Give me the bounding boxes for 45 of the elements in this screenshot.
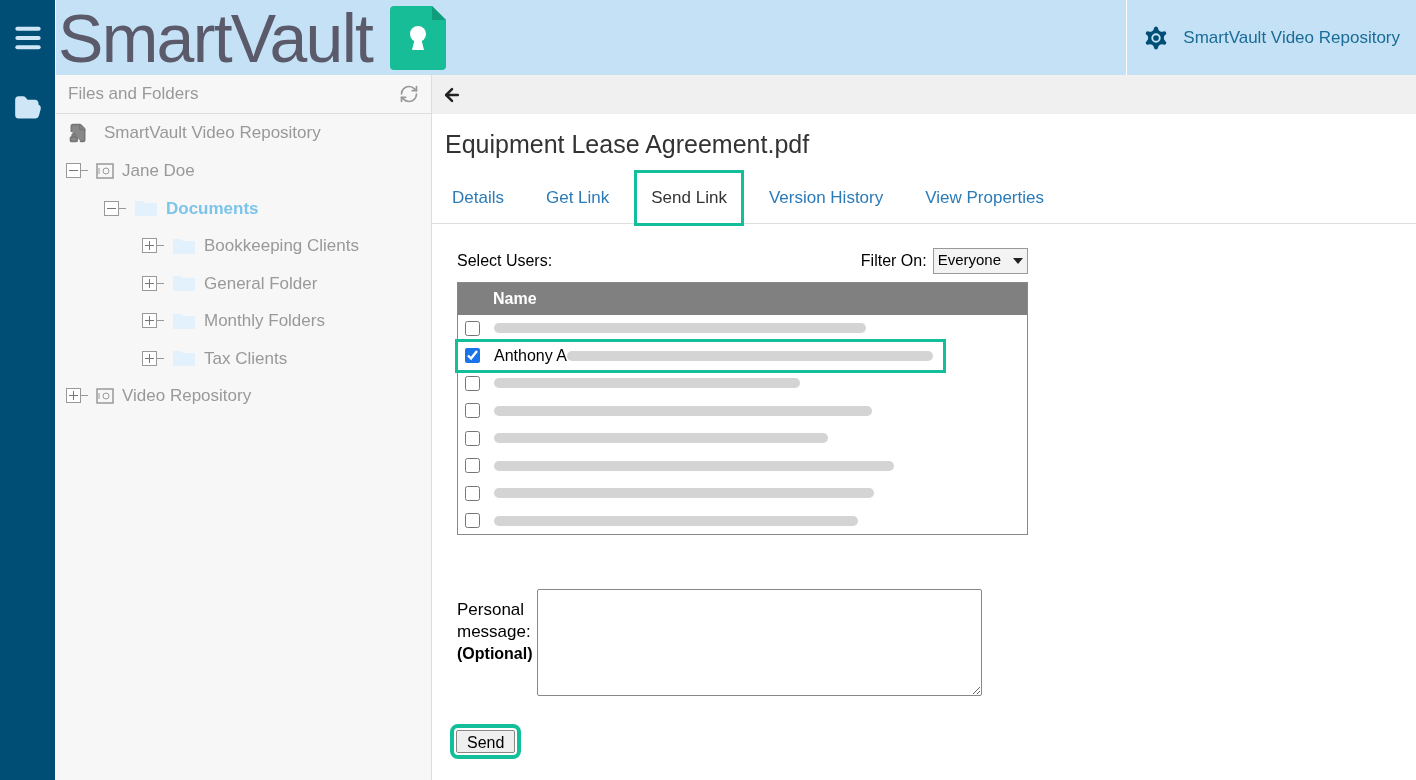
refresh-icon[interactable] bbox=[399, 84, 419, 104]
tab[interactable]: View Properties bbox=[911, 173, 1058, 223]
tab[interactable]: Version History bbox=[754, 173, 898, 223]
logo-icon bbox=[390, 5, 447, 70]
user-row[interactable]: Anthony A bbox=[458, 342, 943, 370]
expand-toggle[interactable] bbox=[142, 238, 157, 254]
safe-icon bbox=[96, 387, 114, 404]
tab[interactable]: Get Link bbox=[531, 173, 624, 223]
filter-dropdown[interactable]: Everyone bbox=[932, 247, 1028, 274]
caret-icon bbox=[1013, 257, 1023, 264]
user-checkbox[interactable] bbox=[465, 458, 480, 474]
tree-item[interactable]: Video Repository bbox=[122, 383, 252, 409]
optional-hint: (Optional) bbox=[457, 643, 534, 664]
user-checkbox[interactable] bbox=[465, 485, 480, 501]
user-checkbox[interactable] bbox=[465, 375, 480, 391]
select-users-label: Select Users: bbox=[457, 250, 553, 271]
expand-toggle[interactable] bbox=[66, 388, 81, 404]
user-checkbox[interactable] bbox=[465, 513, 480, 529]
panel-title: Files and Folders bbox=[68, 83, 199, 106]
expand-toggle[interactable] bbox=[142, 313, 157, 329]
file-title: Equipment Lease Agreement.pdf bbox=[444, 129, 811, 160]
safe-icon bbox=[96, 162, 114, 179]
tree-root[interactable]: SmartVault Video Repository bbox=[104, 120, 321, 146]
collapse-toggle[interactable] bbox=[66, 163, 81, 179]
document-lock-icon bbox=[68, 123, 88, 143]
column-header: Name bbox=[458, 282, 1027, 315]
tab[interactable]: Details bbox=[438, 173, 518, 223]
expand-toggle[interactable] bbox=[142, 275, 157, 291]
user-checkbox[interactable] bbox=[465, 430, 480, 446]
tree-item[interactable]: Jane Doe bbox=[122, 158, 195, 184]
tree-item[interactable]: Tax Clients bbox=[204, 345, 288, 371]
message-field[interactable] bbox=[537, 588, 982, 696]
collapse-toggle[interactable] bbox=[104, 200, 119, 216]
logo-wordmark: SmartVault bbox=[58, 3, 373, 72]
user-checkbox[interactable] bbox=[465, 348, 480, 364]
tree-item[interactable]: Bookkeeping Clients bbox=[204, 233, 359, 259]
tree-item[interactable]: General Folder bbox=[204, 270, 318, 296]
user-checkbox[interactable] bbox=[465, 403, 480, 419]
user-checkbox[interactable] bbox=[465, 320, 480, 336]
tab[interactable]: Send Link bbox=[637, 173, 741, 223]
user-name: Anthony A bbox=[494, 345, 567, 366]
tree-item[interactable]: Monthly Folders bbox=[204, 308, 325, 334]
message-label: Personal message: bbox=[457, 598, 532, 643]
expand-toggle[interactable] bbox=[142, 350, 157, 366]
filter-label: Filter On: bbox=[860, 250, 927, 271]
